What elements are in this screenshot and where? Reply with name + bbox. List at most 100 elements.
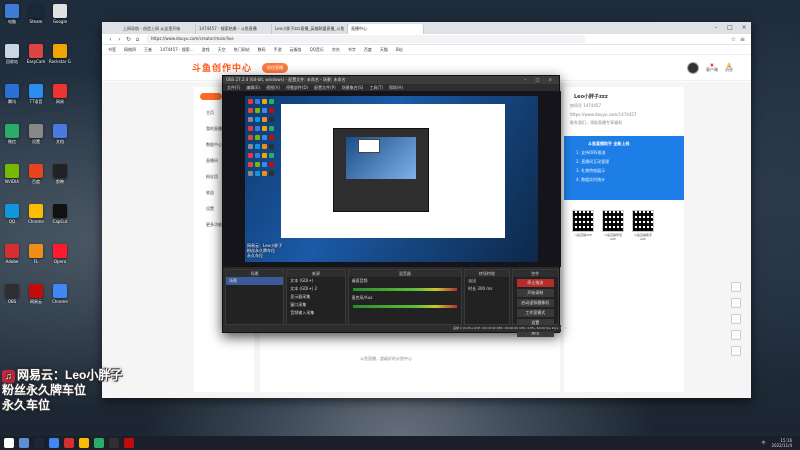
desktop-icon[interactable]: Chrome xyxy=(49,284,71,304)
tool-icon[interactable] xyxy=(731,298,741,308)
source-item[interactable]: 文本 (GDI+) xyxy=(287,277,344,285)
obs-menu-item[interactable]: 场景集合(S) xyxy=(342,84,364,91)
desktop-icon[interactable]: NVIDIA xyxy=(1,164,23,184)
site-logo[interactable]: 斗鱼创作中心 xyxy=(192,61,252,74)
browser-tab[interactable]: Leo小胖子zzz直播_英雄联盟直播_斗鱼 xyxy=(272,24,348,34)
desktop-icon[interactable]: Rockstar Games xyxy=(49,44,71,64)
bookmark-item[interactable]: 京东 xyxy=(332,47,340,53)
bookmark-item[interactable]: 网络四 xyxy=(124,47,136,53)
obs-menu-item[interactable]: 配置文件(P) xyxy=(314,84,336,91)
obs-menu-item[interactable]: 编辑(E) xyxy=(246,84,260,91)
tool-icon[interactable] xyxy=(731,330,741,340)
source-item[interactable]: 音频输入采集 xyxy=(287,309,344,317)
back-icon[interactable]: ‹ xyxy=(106,36,115,43)
bookmark-item[interactable]: QQ音乐 xyxy=(310,47,324,53)
desktop-icon[interactable]: TT语音 xyxy=(25,84,47,104)
obs-menu-item[interactable]: 工具(T) xyxy=(369,84,383,91)
language-indicator[interactable]: 中 xyxy=(761,440,765,446)
bookmark-item[interactable]: 手游 xyxy=(274,47,282,53)
desktop-icon[interactable]: 百度 xyxy=(25,164,47,184)
obs-window-controls[interactable]: – □ × xyxy=(524,77,556,83)
taskbar-app-icon[interactable] xyxy=(19,438,29,448)
client-link[interactable]: ▣ 客户端 xyxy=(706,62,718,73)
bookmark-item[interactable]: 天空 xyxy=(218,47,226,53)
desktop-icon[interactable]: 文档 xyxy=(49,124,71,144)
messages-link[interactable]: 🔔 消息 xyxy=(725,62,733,73)
taskbar-app-icon[interactable] xyxy=(79,438,89,448)
bookmark-item[interactable]: 书签 xyxy=(108,47,116,53)
room-url[interactable]: https://www.douyu.com/1474457 xyxy=(564,109,684,117)
qr-code[interactable]: 斗鱼直播APP xyxy=(572,210,594,241)
bookmark-item[interactable]: 天猫 xyxy=(380,47,388,53)
bookmark-item[interactable]: 百度 xyxy=(364,47,372,53)
menu-icon[interactable]: ≡ xyxy=(738,36,747,43)
obs-menu-item[interactable]: 视图(V) xyxy=(266,84,280,91)
taskbar-app-icon[interactable] xyxy=(34,438,44,448)
source-item[interactable]: 显示器采集 xyxy=(287,293,344,301)
bookmark-item[interactable]: B站 xyxy=(396,47,403,53)
duration-input[interactable]: 300 ms xyxy=(477,286,492,291)
desktop-icon[interactable]: EasyCam xyxy=(25,44,47,64)
taskbar-app-icon[interactable] xyxy=(49,438,59,448)
taskbar-app-icon[interactable] xyxy=(94,438,104,448)
obs-menu-item[interactable]: 停靠部件(D) xyxy=(286,84,308,91)
desktop-icon[interactable]: CapCut xyxy=(49,204,71,224)
desktop-icon[interactable]: 网易云 xyxy=(25,284,47,304)
tool-icon[interactable] xyxy=(731,314,741,324)
home-icon[interactable]: ⌂ xyxy=(133,36,142,43)
mic-audio-meter[interactable] xyxy=(352,305,458,308)
desktop-icon[interactable]: Adobe xyxy=(1,244,23,264)
browser-tab[interactable]: 1474457 - 搜索结果 - 斗鱼直播 xyxy=(196,24,272,34)
desktop-icon[interactable]: 电脑 xyxy=(1,4,23,24)
go-live-button[interactable]: 前往直播 xyxy=(262,62,289,73)
qr-code[interactable]: 斗鱼直播助手APP xyxy=(632,210,654,241)
maximize-icon[interactable]: □ xyxy=(723,22,737,34)
desktop-icon[interactable]: 设置 xyxy=(25,124,47,144)
bookmark-item[interactable]: 数码 xyxy=(258,47,266,53)
start-icon[interactable] xyxy=(4,438,14,448)
desktop-icon[interactable]: 网易 xyxy=(49,84,71,104)
desktop-icon[interactable]: 剪映 xyxy=(49,164,71,184)
scene-item[interactable]: 场景 xyxy=(226,277,284,285)
obs-menu-item[interactable]: 帮助(H) xyxy=(389,84,403,91)
forward-icon[interactable]: › xyxy=(115,36,124,43)
bookmark-item[interactable]: 书字 xyxy=(348,47,356,53)
bookmark-item[interactable]: 游戏 xyxy=(202,47,210,53)
control-button[interactable]: 开始录制 xyxy=(516,289,555,297)
browser-tab[interactable]: 上网导航 - 创造上网 从这里开始 xyxy=(120,24,196,34)
reload-icon[interactable]: ↻ xyxy=(124,36,133,43)
qr-code[interactable]: 斗鱼直播伴侣APP xyxy=(602,210,624,241)
desktop-icon[interactable]: 腾讯 xyxy=(1,84,23,104)
close-icon[interactable]: × xyxy=(737,22,751,34)
avatar[interactable] xyxy=(687,61,699,74)
star-icon[interactable]: ☆ xyxy=(729,36,738,43)
desktop-icon[interactable]: 回收站 xyxy=(1,44,23,64)
control-button[interactable]: 启动虚拟摄像机 xyxy=(516,299,555,307)
desktop-icon[interactable]: QQ xyxy=(1,204,23,224)
control-button[interactable]: 停止推流 xyxy=(516,279,555,287)
browser-tab-active[interactable]: 直播中心 xyxy=(348,24,424,34)
bookmark-item[interactable]: 王者 xyxy=(144,47,152,53)
desktop-audio-meter[interactable] xyxy=(352,288,458,291)
tool-icon[interactable] xyxy=(731,282,741,292)
minimize-icon[interactable]: – xyxy=(709,22,723,34)
bookmark-item[interactable]: 热门网站 xyxy=(234,47,250,53)
desktop-icon[interactable]: Opera xyxy=(49,244,71,264)
obs-menu-item[interactable]: 文件(F) xyxy=(227,84,240,91)
tool-icon[interactable] xyxy=(731,346,741,356)
desktop-icon[interactable]: FL xyxy=(25,244,47,264)
taskbar-app-icon[interactable] xyxy=(109,438,119,448)
url-input[interactable]: https://www.douyu.com/creator/main/live xyxy=(146,35,586,43)
source-item[interactable]: 窗口采集 xyxy=(287,301,344,309)
desktop-icon[interactable]: Steam xyxy=(25,4,47,24)
bookmark-item[interactable]: 1474457 - 搜索... xyxy=(160,47,194,53)
taskbar-app-icon[interactable] xyxy=(124,438,134,448)
transition-select[interactable]: 淡出 xyxy=(465,277,508,285)
taskbar-app-icon[interactable] xyxy=(64,438,74,448)
desktop-icon[interactable]: Google xyxy=(49,4,71,24)
control-button[interactable]: 工作室模式 xyxy=(516,309,555,317)
desktop-icon[interactable]: 微信 xyxy=(1,124,23,144)
desktop-icon[interactable]: OBS xyxy=(1,284,23,304)
bookmark-item[interactable]: 云服务 xyxy=(290,47,302,53)
desktop-icon[interactable]: Chrome xyxy=(25,204,47,224)
